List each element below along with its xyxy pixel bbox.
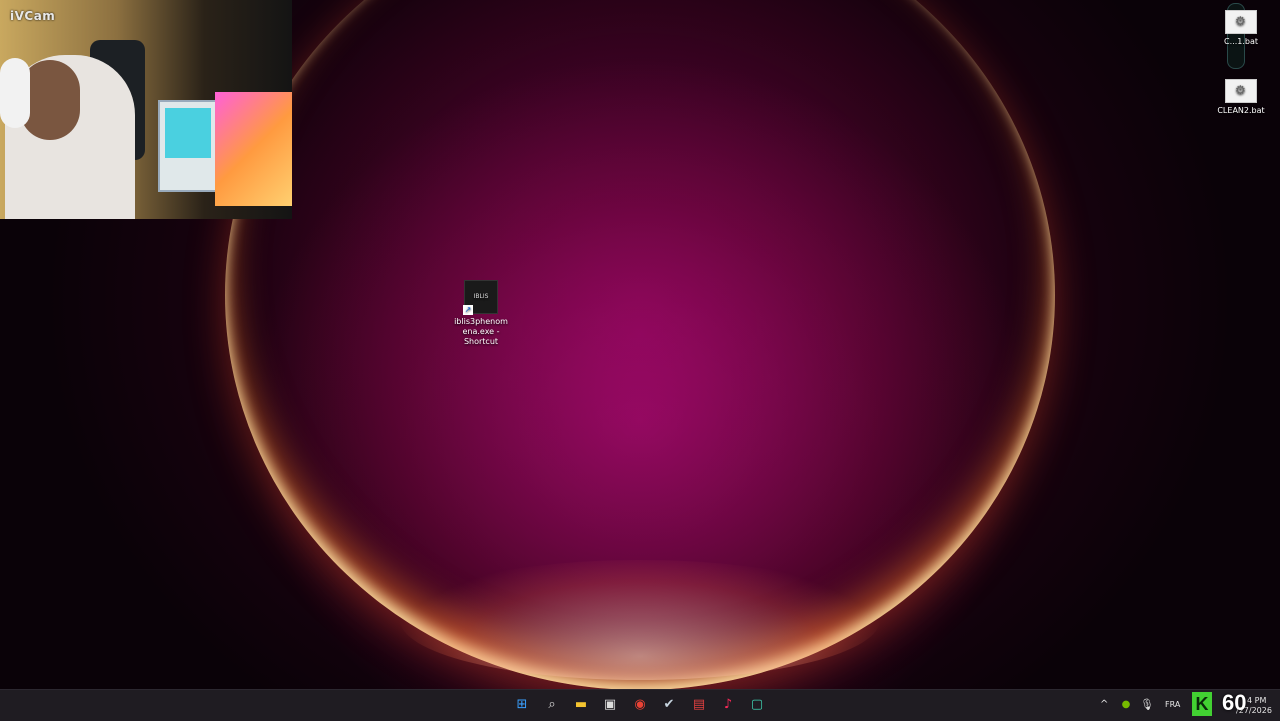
file-explorer-icon[interactable]: ▬: [572, 696, 590, 714]
desktop-icon-clean2[interactable]: CLEAN2.bat: [1209, 79, 1273, 116]
webcam-pc-lights: [165, 108, 211, 158]
webcam-label: iVCam: [10, 9, 56, 23]
game-thumb-text: IBLIS: [473, 293, 489, 300]
shortcut-arrow-icon: ↗: [463, 305, 473, 315]
language-indicator[interactable]: FRA: [1165, 700, 1180, 710]
desktop-icon-label: C...1.bat: [1224, 37, 1258, 46]
search-icon[interactable]: ⌕: [543, 696, 561, 714]
webcam-headset: [0, 58, 30, 128]
game-shortcut-icon: IBLIS ↗: [463, 280, 498, 315]
app-icon[interactable]: ▢: [748, 696, 766, 714]
desktop-icon-bat-1[interactable]: C...1.bat: [1209, 10, 1273, 47]
desktop-icon-label-line: Shortcut: [463, 337, 499, 346]
store-icon[interactable]: ▣: [601, 696, 619, 714]
desktop-icon-label-line: iblis3phenom: [454, 317, 508, 326]
start-icon[interactable]: ⊞: [513, 696, 531, 714]
desktop-icon-label: CLEAN2.bat: [1217, 106, 1265, 115]
batch-file-icon: [1225, 10, 1257, 34]
batch-file-icon: [1225, 79, 1257, 103]
tiktok-icon[interactable]: ♪: [719, 696, 737, 714]
tray-time[interactable]: 4 PM: [1247, 696, 1266, 706]
nvidia-icon[interactable]: ●: [1117, 696, 1135, 714]
microphone-icon[interactable]: 🎙: [1138, 696, 1156, 714]
fps-counter: 60: [1222, 690, 1247, 715]
taskbar: ⊞ ⌕ ▬ ▣ ◉ ✔ ▤ ♪ ▢ ^ ● 🎙 FRA 4 PM /27/202…: [0, 689, 1280, 721]
wallpaper-glow: [400, 560, 880, 680]
desktop-icon-label-line: ena.exe -: [462, 327, 500, 336]
kick-logo-icon: K: [1192, 692, 1212, 716]
webcam-overlay: iVCam: [0, 0, 292, 219]
voicemeeter-icon[interactable]: ▤: [690, 696, 708, 714]
tray-chevron-icon[interactable]: ^: [1100, 700, 1108, 710]
webcam-monitor: [215, 92, 292, 206]
chrome-icon[interactable]: ◉: [631, 696, 649, 714]
desktop-icon-iblis-shortcut[interactable]: IBLIS ↗ iblis3phenom ena.exe - Shortcut: [449, 280, 513, 347]
steam-icon[interactable]: ✔: [660, 696, 678, 714]
